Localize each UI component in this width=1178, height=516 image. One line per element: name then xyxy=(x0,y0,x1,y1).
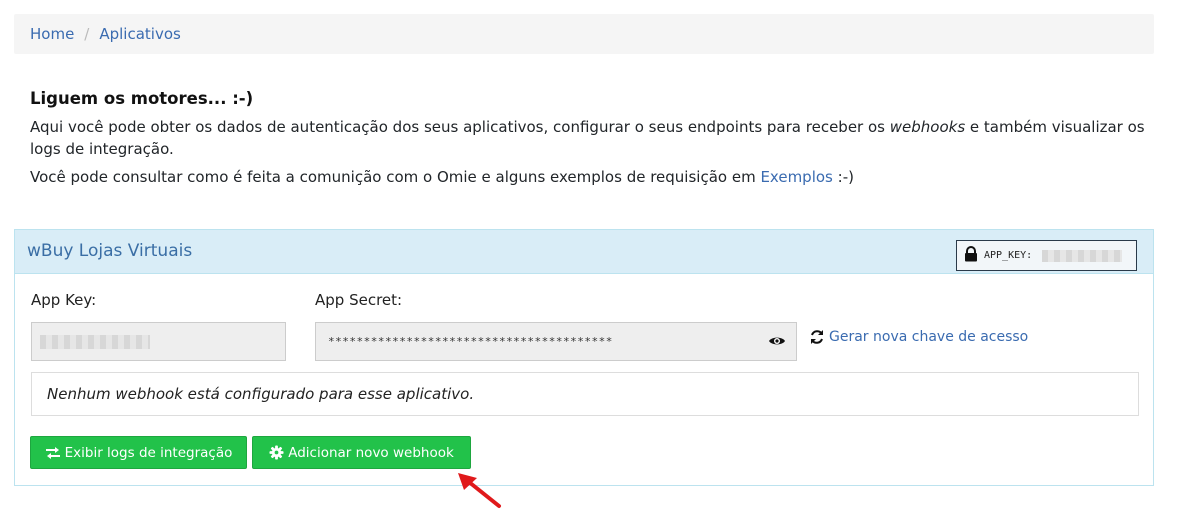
add-webhook-button[interactable]: Adicionar novo webhook xyxy=(252,436,471,469)
app-key-field[interactable] xyxy=(31,322,286,361)
red-arrow-icon xyxy=(455,470,505,516)
intro-text: Você pode consultar como é feita a comun… xyxy=(30,168,761,186)
intro-paragraph-1: Aqui você pode obter os dados de autenti… xyxy=(30,116,1150,160)
gear-icon xyxy=(269,445,284,460)
no-webhook-notice: Nenhum webhook está configurado para ess… xyxy=(31,372,1139,416)
examples-link[interactable]: Exemplos xyxy=(760,168,832,186)
lock-icon xyxy=(964,245,978,266)
regenerate-key-label: Gerar nova chave de acesso xyxy=(829,329,1029,345)
refresh-icon xyxy=(811,330,823,344)
app-key-redacted-value xyxy=(40,334,150,349)
breadcrumb-separator: / xyxy=(84,25,90,43)
regenerate-key-link[interactable]: Gerar nova chave de acesso xyxy=(809,329,1028,345)
app-key-redacted xyxy=(1042,249,1123,262)
app-key-label: App Key: xyxy=(31,291,97,309)
intro-section: Liguem os motores... :-) Aqui você pode … xyxy=(30,88,1150,188)
add-webhook-label: Adicionar novo webhook xyxy=(288,444,454,461)
exchange-arrows-icon xyxy=(45,446,60,459)
app-secret-field[interactable]: **************************************** xyxy=(315,322,797,361)
breadcrumb-current-link[interactable]: Aplicativos xyxy=(99,25,180,43)
app-title: wBuy Lojas Virtuais xyxy=(27,241,193,261)
app-panel: wBuy Lojas Virtuais APP_KEY: App Key: Ap… xyxy=(14,229,1154,486)
breadcrumb-home-link[interactable]: Home xyxy=(30,25,74,43)
app-key-badge[interactable]: APP_KEY: xyxy=(956,240,1137,271)
intro-heading: Liguem os motores... :-) xyxy=(30,89,254,108)
intro-text: Aqui você pode obter os dados de autenti… xyxy=(30,118,890,136)
breadcrumb: Home / Aplicativos xyxy=(14,14,1154,54)
app-panel-header: wBuy Lojas Virtuais APP_KEY: xyxy=(15,230,1153,274)
intro-emphasis: webhooks xyxy=(889,118,966,136)
eye-icon[interactable] xyxy=(768,334,786,351)
app-secret-label: App Secret: xyxy=(315,291,403,309)
intro-text: :-) xyxy=(832,168,854,186)
show-logs-button[interactable]: Exibir logs de integração xyxy=(30,436,247,469)
app-secret-value: **************************************** xyxy=(328,335,613,348)
intro-paragraph-2: Você pode consultar como é feita a comun… xyxy=(30,166,1150,188)
show-logs-label: Exibir logs de integração xyxy=(64,444,233,461)
app-key-badge-label: APP_KEY: xyxy=(984,250,1033,261)
